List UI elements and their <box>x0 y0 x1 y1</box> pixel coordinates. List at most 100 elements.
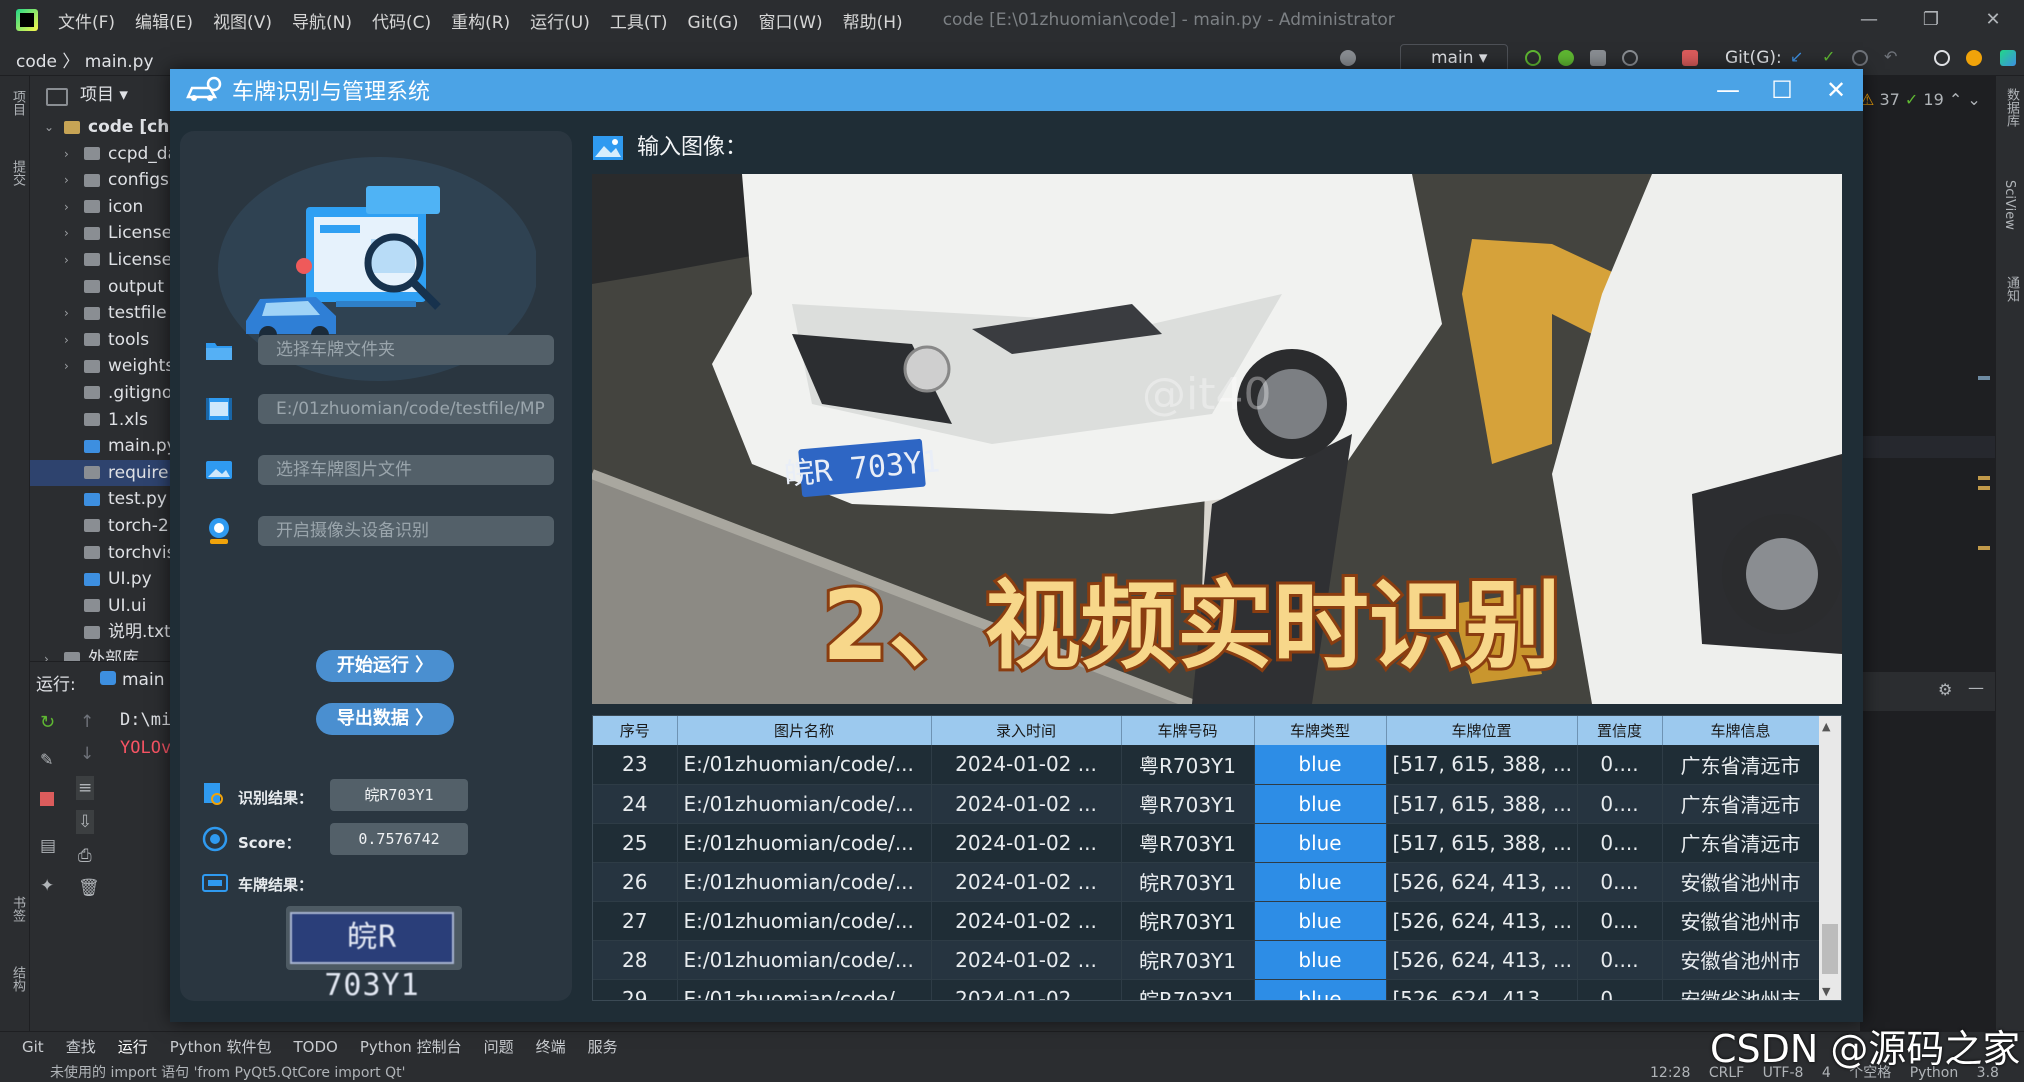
stop-icon[interactable] <box>1682 50 1698 66</box>
tree-item[interactable]: output <box>30 274 170 301</box>
user-icon[interactable] <box>1340 50 1356 66</box>
scroll-down-icon[interactable]: ▼ <box>1822 985 1830 998</box>
bottom-tab[interactable]: Python 软件包 <box>170 1036 272 1057</box>
app-close-icon[interactable]: ✕ <box>1809 69 1863 111</box>
chevron-right-icon[interactable]: › <box>64 220 69 247</box>
tree-item[interactable]: torchvis <box>30 540 170 567</box>
strip-commit[interactable]: 提交 <box>8 160 27 186</box>
bottom-tab[interactable]: Python 控制台 <box>360 1036 462 1057</box>
trash-icon[interactable]: 🗑 <box>78 878 100 898</box>
close-icon[interactable]: ✕ <box>1962 0 2024 40</box>
table-row[interactable]: 27 E:/01zhuomian/code/... 2024-01-02 ... 皖R… <box>593 901 1820 941</box>
commit-icon[interactable]: ✓ <box>1822 47 1838 66</box>
chevron-right-icon[interactable]: › <box>64 327 69 354</box>
chevron-right-icon[interactable]: › <box>64 353 69 380</box>
strip-structure[interactable]: 结构 <box>8 966 27 992</box>
chevron-down-icon[interactable]: ⌄ <box>44 114 54 141</box>
print-icon[interactable]: ⎙ <box>78 846 92 866</box>
chevron-right-icon[interactable]: › <box>64 247 69 274</box>
table-row[interactable]: 26 E:/01zhuomian/code/... 2024-01-02 ... 皖R… <box>593 862 1820 902</box>
menu-item[interactable]: 帮助(H) <box>843 13 903 33</box>
camera-field[interactable]: 开启摄像头设备识别 <box>258 516 554 546</box>
project-header[interactable]: 项目 ▾ <box>30 76 170 114</box>
profile-icon[interactable] <box>1622 50 1638 66</box>
menu-item[interactable]: 代码(C) <box>372 13 431 33</box>
chevron-right-icon[interactable]: › <box>64 167 69 194</box>
folder-icon[interactable] <box>204 335 234 365</box>
menu-item[interactable]: 运行(U) <box>530 13 590 33</box>
column-header[interactable]: 车牌号码 <box>1121 716 1255 745</box>
export-data-button[interactable]: 导出数据 〉 <box>316 703 454 735</box>
camera-icon[interactable] <box>204 516 234 546</box>
tree-item[interactable]: › weights <box>30 353 170 380</box>
run-tab-main[interactable]: main <box>100 670 164 690</box>
breadcrumb[interactable]: code 〉 main.py <box>16 47 154 72</box>
chevron-right-icon[interactable]: › <box>64 194 69 221</box>
column-header[interactable]: 序号 <box>593 716 678 745</box>
column-header[interactable]: 车牌信息 <box>1662 716 1820 745</box>
tree-item[interactable]: › Licensel <box>30 220 170 247</box>
chevron-right-icon[interactable]: › <box>44 646 49 661</box>
status-item[interactable]: 12:28 <box>1650 1065 1690 1081</box>
rerun-icon[interactable] <box>1525 50 1541 66</box>
strip-project[interactable]: 项目 <box>8 90 27 116</box>
menu-item[interactable]: 工具(T) <box>610 13 668 33</box>
column-header[interactable]: 车牌位置 <box>1386 716 1578 745</box>
bottom-tab[interactable]: 查找 <box>66 1036 96 1057</box>
tree-item[interactable]: test.py <box>30 486 170 513</box>
menu-item[interactable]: Git(G) <box>688 13 739 33</box>
history-icon[interactable] <box>1852 50 1868 66</box>
updates-icon[interactable] <box>1966 50 1982 66</box>
update-icon[interactable]: ↙ <box>1790 47 1806 66</box>
menu-item[interactable]: 重构(R) <box>451 13 510 33</box>
hide-icon[interactable]: — <box>1968 678 1984 697</box>
layout-icon[interactable]: ▤ <box>40 836 56 856</box>
menu-item[interactable]: 文件(F) <box>58 13 115 33</box>
bottom-tab[interactable]: 问题 <box>484 1036 514 1057</box>
scroll-end-icon[interactable]: ⇩ <box>76 810 95 834</box>
table-row[interactable]: 28 E:/01zhuomian/code/... 2024-01-02 ... 皖R… <box>593 940 1820 980</box>
tree-item[interactable]: ⌄ code [chep <box>30 114 170 141</box>
bottom-tab[interactable]: 终端 <box>536 1036 566 1057</box>
column-header[interactable]: 图片名称 <box>677 716 932 745</box>
app-minimize-icon[interactable]: — <box>1701 69 1755 111</box>
bottom-tab[interactable]: TODO <box>293 1038 337 1056</box>
strip-bookmarks[interactable]: 书签 <box>8 896 27 922</box>
tree-item[interactable]: UI.py <box>30 566 170 593</box>
tree-item[interactable]: › configs <box>30 167 170 194</box>
menu-item[interactable]: 视图(V) <box>213 13 272 33</box>
up-icon[interactable]: ↑ <box>80 712 94 732</box>
column-header[interactable]: 录入时间 <box>931 716 1122 745</box>
plugin-icon[interactable] <box>2000 50 2016 66</box>
column-header[interactable]: 置信度 <box>1577 716 1663 745</box>
bottom-tab[interactable]: 运行 <box>118 1036 148 1057</box>
video-icon[interactable] <box>204 394 234 424</box>
scroll-up-icon[interactable]: ▲ <box>1822 720 1830 733</box>
soft-wrap-icon[interactable]: ≡ <box>76 776 95 800</box>
down-icon[interactable]: ↓ <box>80 744 94 764</box>
strip-notifications[interactable]: 通知 <box>2002 276 2021 302</box>
table-row[interactable]: 25 E:/01zhuomian/code/... 2024-01-02 ... 粤R… <box>593 823 1820 863</box>
tree-item[interactable]: › ccpd_da <box>30 141 170 168</box>
tree-item[interactable]: torch-2. <box>30 513 170 540</box>
tree-item[interactable]: UI.ui <box>30 593 170 620</box>
image-select-field[interactable]: 选择车牌图片文件 <box>258 455 554 485</box>
coverage-icon[interactable] <box>1590 50 1606 66</box>
scroll-thumb[interactable] <box>1822 924 1838 974</box>
bottom-tab[interactable]: 服务 <box>588 1036 618 1057</box>
tree-item[interactable]: main.py <box>30 433 170 460</box>
tree-item[interactable]: › Licensel <box>30 247 170 274</box>
table-row[interactable]: 24 E:/01zhuomian/code/... 2024-01-02 ... 粤R… <box>593 784 1820 824</box>
rollback-icon[interactable]: ↶ <box>1884 47 1900 66</box>
tree-item[interactable]: .gitigno <box>30 380 170 407</box>
wrench-icon[interactable]: ✎ <box>40 750 53 769</box>
strip-sciview[interactable]: SciView <box>2002 180 2017 230</box>
chevron-right-icon[interactable]: › <box>64 141 69 168</box>
start-run-button[interactable]: 开始运行 〉 <box>316 650 454 682</box>
chevron-right-icon[interactable]: › <box>64 300 69 327</box>
menu-item[interactable]: 窗口(W) <box>759 13 823 33</box>
restore-icon[interactable]: ❐ <box>1900 0 1962 40</box>
search-icon[interactable] <box>1934 50 1950 66</box>
bottom-tab[interactable]: Git <box>22 1038 44 1056</box>
gear-icon[interactable]: ⚙ <box>1938 680 1952 699</box>
